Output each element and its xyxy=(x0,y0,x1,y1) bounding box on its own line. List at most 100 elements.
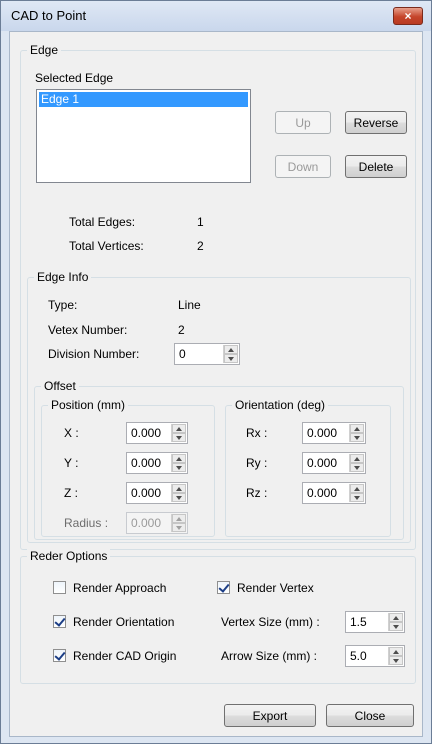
offset-label: Offset xyxy=(41,379,79,393)
arrow-size-stepper[interactable] xyxy=(345,645,405,667)
x-input[interactable] xyxy=(129,425,169,441)
offset-group: Offset Position (mm) X : Y : xyxy=(34,379,404,540)
dialog-window: CAD to Point × Edge Selected Edge Edge 1… xyxy=(0,0,432,744)
edge-group-label: Edge xyxy=(27,43,62,57)
spin-up-icon[interactable] xyxy=(389,647,403,656)
spin-down-icon[interactable] xyxy=(172,523,186,532)
radius-stepper[interactable] xyxy=(126,512,188,534)
spin-up-icon[interactable] xyxy=(350,454,364,463)
z-label: Z : xyxy=(64,486,78,500)
arrow-size-label: Arrow Size (mm) : xyxy=(221,649,317,663)
spin-down-icon[interactable] xyxy=(172,463,186,472)
total-vertices-value: 2 xyxy=(197,239,204,253)
close-button[interactable]: Close xyxy=(326,704,414,727)
spin-up-icon[interactable] xyxy=(350,484,364,493)
ry-label: Ry : xyxy=(246,456,268,470)
spin-buttons[interactable] xyxy=(388,613,403,631)
spin-up-icon[interactable] xyxy=(172,424,186,433)
edge-group: Edge Selected Edge Edge 1 Up Reverse Dow… xyxy=(20,43,416,550)
arrow-size-input[interactable] xyxy=(348,648,386,664)
spin-down-icon[interactable] xyxy=(389,622,403,631)
spin-buttons[interactable] xyxy=(171,424,186,442)
render-cad-origin-label[interactable]: Render CAD Origin xyxy=(73,649,176,663)
spin-buttons[interactable] xyxy=(171,454,186,472)
spin-down-icon[interactable] xyxy=(350,433,364,442)
render-vertex-checkbox[interactable] xyxy=(217,581,230,594)
radius-input[interactable] xyxy=(129,515,169,531)
type-label: Type: xyxy=(48,298,78,312)
render-approach-checkbox[interactable] xyxy=(53,581,66,594)
y-input[interactable] xyxy=(129,455,169,471)
spin-down-icon[interactable] xyxy=(350,493,364,502)
vertex-size-label: Vertex Size (mm) : xyxy=(221,615,320,629)
spin-up-icon[interactable] xyxy=(389,613,403,622)
edge-listbox[interactable]: Edge 1 xyxy=(36,89,251,183)
total-edges-value: 1 xyxy=(197,215,204,229)
x-stepper[interactable] xyxy=(126,422,188,444)
render-approach-label[interactable]: Render Approach xyxy=(73,581,166,595)
spin-buttons[interactable] xyxy=(349,424,364,442)
position-group: Position (mm) X : Y : xyxy=(41,398,215,537)
title-bar[interactable]: CAD to Point × xyxy=(1,1,431,31)
up-button[interactable]: Up xyxy=(275,111,331,134)
list-item[interactable]: Edge 1 xyxy=(39,92,248,107)
delete-button[interactable]: Delete xyxy=(345,155,407,178)
export-button[interactable]: Export xyxy=(224,704,316,727)
orientation-group: Orientation (deg) Rx : Ry : xyxy=(225,398,391,537)
spin-buttons[interactable] xyxy=(171,514,186,532)
edge-info-group: Edge Info Type: Line Vetex Number: 2 Div… xyxy=(27,270,411,543)
dialog-client-area: Edge Selected Edge Edge 1 Up Reverse Dow… xyxy=(9,31,423,737)
render-options-group: Reder Options Render Approach Render Ver… xyxy=(20,549,416,684)
edge-info-label: Edge Info xyxy=(34,270,92,284)
close-icon[interactable]: × xyxy=(393,7,423,25)
orientation-label: Orientation (deg) xyxy=(232,398,329,412)
division-number-label: Division Number: xyxy=(48,347,140,361)
render-cad-origin-checkbox[interactable] xyxy=(53,649,66,662)
division-number-input[interactable] xyxy=(177,346,221,362)
y-label: Y : xyxy=(64,456,79,470)
type-value: Line xyxy=(178,298,201,312)
ry-input[interactable] xyxy=(305,455,347,471)
spin-up-icon[interactable] xyxy=(172,514,186,523)
spin-up-icon[interactable] xyxy=(350,424,364,433)
rx-stepper[interactable] xyxy=(302,422,366,444)
division-number-stepper[interactable] xyxy=(174,343,240,365)
spin-down-icon[interactable] xyxy=(172,493,186,502)
spin-down-icon[interactable] xyxy=(172,433,186,442)
down-button[interactable]: Down xyxy=(275,155,331,178)
spin-buttons[interactable] xyxy=(171,484,186,502)
position-label: Position (mm) xyxy=(48,398,129,412)
y-stepper[interactable] xyxy=(126,452,188,474)
spin-down-icon[interactable] xyxy=(389,656,403,665)
x-label: X : xyxy=(64,426,79,440)
spin-buttons[interactable] xyxy=(349,484,364,502)
z-input[interactable] xyxy=(129,485,169,501)
render-vertex-label[interactable]: Render Vertex xyxy=(237,581,314,595)
rx-label: Rx : xyxy=(246,426,268,440)
vertex-number-value: 2 xyxy=(178,323,185,337)
render-options-label: Reder Options xyxy=(27,549,111,563)
vertex-number-label: Vetex Number: xyxy=(48,323,128,337)
spin-down-icon[interactable] xyxy=(224,354,238,363)
spin-buttons[interactable] xyxy=(388,647,403,665)
spin-up-icon[interactable] xyxy=(172,484,186,493)
spin-up-icon[interactable] xyxy=(224,345,238,354)
selected-edge-label: Selected Edge xyxy=(35,71,114,85)
spin-up-icon[interactable] xyxy=(172,454,186,463)
vertex-size-stepper[interactable] xyxy=(345,611,405,633)
spin-down-icon[interactable] xyxy=(350,463,364,472)
rz-label: Rz : xyxy=(246,486,268,500)
vertex-size-input[interactable] xyxy=(348,614,386,630)
rx-input[interactable] xyxy=(305,425,347,441)
render-orientation-checkbox[interactable] xyxy=(53,615,66,628)
total-edges-label: Total Edges: xyxy=(69,215,136,229)
radius-label: Radius : xyxy=(64,516,109,530)
reverse-button[interactable]: Reverse xyxy=(345,111,407,134)
rz-stepper[interactable] xyxy=(302,482,366,504)
rz-input[interactable] xyxy=(305,485,347,501)
z-stepper[interactable] xyxy=(126,482,188,504)
ry-stepper[interactable] xyxy=(302,452,366,474)
spin-buttons[interactable] xyxy=(223,345,238,363)
render-orientation-label[interactable]: Render Orientation xyxy=(73,615,174,629)
spin-buttons[interactable] xyxy=(349,454,364,472)
